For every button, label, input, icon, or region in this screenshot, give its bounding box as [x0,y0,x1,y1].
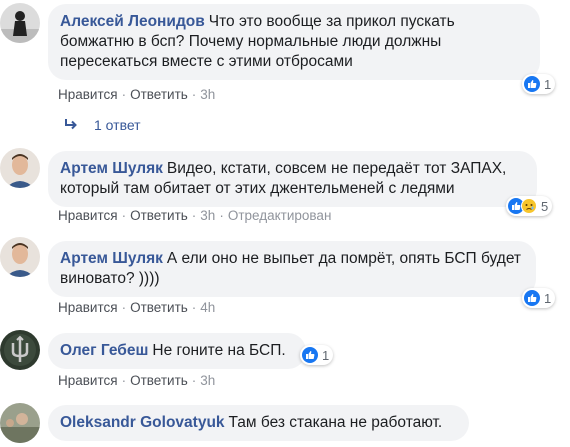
reply-button[interactable]: Ответить [130,300,188,315]
avatar[interactable] [0,330,40,370]
like-button[interactable]: Нравится [58,87,118,102]
comment-bubble: Артем Шуляк Видео, кстати, совсем не пере… [48,151,537,207]
reaction-count: 1 [544,76,552,92]
comment-author[interactable]: Артем Шуляк [60,250,163,267]
reply-button[interactable]: Ответить [130,373,188,388]
comment-actions: Нравится · Ответить · 3h [58,87,216,102]
comment-text: Там без стакана не работают. [228,414,443,431]
comment-author[interactable]: Олег Гебеш [60,342,148,359]
reaction-summary[interactable]: 1 [522,288,556,308]
avatar[interactable] [0,237,40,277]
comment-bubble: Алексей Леонидов Что это вообще за прикол… [48,4,540,80]
like-icon [302,347,318,363]
comment-author[interactable]: Oleksandr Golovatyuk [60,414,225,431]
timestamp[interactable]: 3h [200,208,215,223]
comment-text: Не гоните на БСП. [152,342,286,359]
reply-arrow-icon [64,117,78,133]
like-button[interactable]: Нравится [58,373,118,388]
reply-button[interactable]: Ответить [130,87,188,102]
comment-actions: Нравится · Ответить · 3h · Отредактирован [58,208,332,223]
view-replies-link[interactable]: 1 ответ [64,117,141,133]
reaction-summary[interactable]: 5 [506,196,553,216]
comment-bubble: Олег Гебеш Не гоните на БСП. [48,333,306,369]
comment-actions: Нравится · Ответить · 3h [58,373,216,388]
like-icon [524,290,540,306]
like-icon [524,76,540,92]
comment-actions: Нравится · Ответить · 4h [58,300,216,315]
comment-bubble: Артем Шуляк А ели оно не выпьет да помрёт… [48,241,536,297]
like-button[interactable]: Нравится [58,300,118,315]
avatar[interactable] [0,403,40,443]
reaction-summary[interactable]: 1 [522,74,556,94]
like-button[interactable]: Нравится [58,208,118,223]
comment-author[interactable]: Артем Шуляк [60,160,163,177]
avatar[interactable] [0,3,40,43]
replies-count: 1 ответ [94,117,141,133]
reaction-count: 1 [544,290,552,306]
timestamp[interactable]: 3h [200,87,215,102]
comment-author[interactable]: Алексей Леонидов [60,13,205,30]
comment-bubble: Oleksandr Golovatyuk Там без стакана не р… [48,405,469,441]
timestamp[interactable]: 3h [200,373,215,388]
edited-label[interactable]: Отредактирован [228,208,332,223]
reaction-count: 5 [541,198,549,214]
reaction-count: 1 [322,347,330,363]
sad-icon [521,198,537,214]
timestamp[interactable]: 4h [200,300,215,315]
reply-button[interactable]: Ответить [130,208,188,223]
avatar[interactable] [0,148,40,188]
reaction-summary[interactable]: 1 [300,345,334,365]
